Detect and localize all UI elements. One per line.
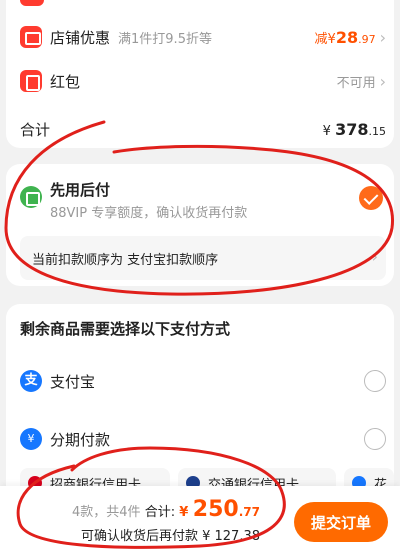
partial-icon [20,0,44,6]
remaining-payment-title: 剩余商品需要选择以下支付方式 [20,320,231,338]
shop-discount-subtitle: 满1件打9.5折等 [118,31,212,47]
alipay-icon: 支 [20,370,42,392]
payment-option-label: 分期付款 [50,430,111,449]
pay-later-card[interactable]: 先用后付 88VIP 专享额度，确认收货再付款 当前扣款顺序为 支付宝扣款顺序 … [6,164,394,286]
shop-discount-title: 店铺优惠 [50,28,111,47]
total-label: 合计 [20,120,51,139]
chevron-right-icon: › [371,247,378,266]
remaining-payment-card: 剩余商品需要选择以下支付方式 支 支付宝 分期付款 招商银行信用卡 交通银行信用… [6,304,394,504]
deduction-order-row[interactable]: 当前扣款顺序为 支付宝扣款顺序 › [20,236,386,280]
pay-later-title: 先用后付 [50,181,111,199]
shop-discount-amount: 减¥28.97 [314,27,376,47]
chevron-right-icon: › [379,71,386,91]
payment-option-label: 支付宝 [50,372,96,391]
installment-radio[interactable] [364,428,386,450]
hongbao-status: 不可用 [336,75,376,91]
installment-icon [20,428,42,450]
payment-option-installment[interactable]: 分期付款 [20,424,386,454]
total-amount: ¥ 378.15 [322,119,386,139]
deduction-order-text: 当前扣款顺序为 支付宝扣款顺序 [32,253,219,268]
pay-later-checkbox[interactable] [359,186,383,210]
price-summary-card: 店铺优惠 满1件打9.5折等 减¥28.97 › 红包 不可用 › 合计 ¥ 3… [6,0,394,148]
red-packet-icon [20,70,42,92]
item-count: 4款，共4件 [72,505,141,520]
chevron-right-icon: › [379,27,386,47]
alipay-radio[interactable] [364,370,386,392]
store-icon [20,26,42,48]
shop-discount-row[interactable]: 店铺优惠 满1件打9.5折等 减¥28.97 › [20,22,386,52]
pay-later-icon [20,186,42,208]
hongbao-row[interactable]: 红包 不可用 › [20,66,386,96]
submit-order-button[interactable]: 提交订单 [294,502,388,542]
pay-after-receipt-text: 可确认收货后再付款 ¥ 127.38 [80,529,260,544]
pay-later-subtitle: 88VIP 专享额度，确认收货再付款 [50,206,248,221]
total-label: 合计: [144,505,176,520]
payment-option-alipay[interactable]: 支 支付宝 [20,366,386,396]
order-summary: 4款，共4件 合计: ¥ 250.77 [72,497,260,522]
payable-amount: ¥ 250.77 [179,497,260,522]
total-row: 合计 ¥ 378.15 [20,114,386,144]
hongbao-title: 红包 [50,72,81,91]
